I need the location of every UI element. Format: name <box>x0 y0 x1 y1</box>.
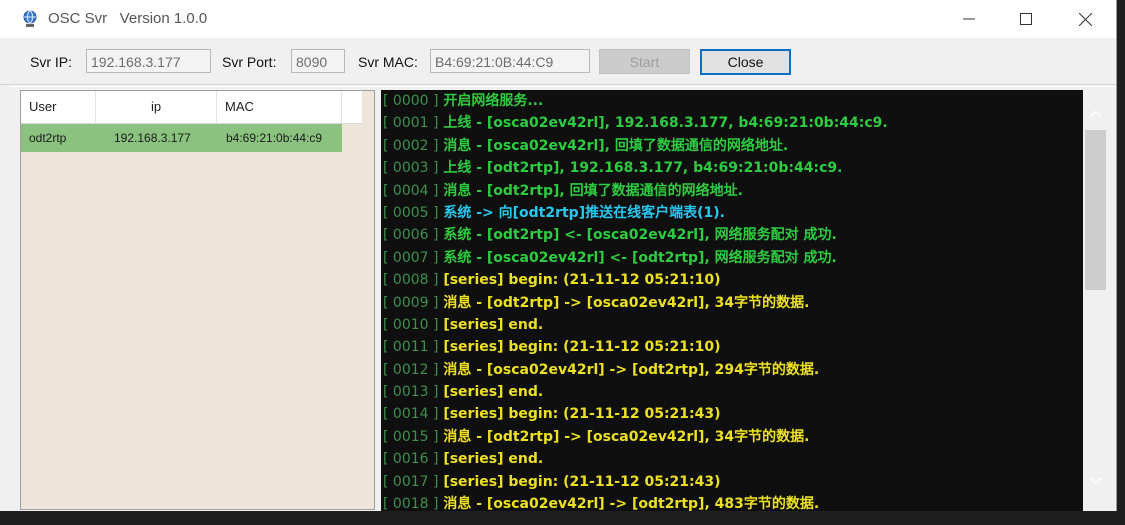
log-message: [series] end. <box>443 451 544 468</box>
column-header-ip[interactable]: ip <box>96 91 217 123</box>
log-index: [ 0016 ] <box>383 451 439 468</box>
svr-ip-field[interactable]: 192.168.3.177 <box>86 49 211 73</box>
log-line: [ 0017 ] [series] begin: (21-11-12 05:21… <box>381 471 1083 493</box>
log-line: [ 0001 ] 上线 - [osca02ev42rl], 192.168.3.… <box>381 112 1083 134</box>
svr-ip-label: Svr IP: <box>30 54 73 70</box>
app-window: OSC Svr Version 1.0.0 Svr IP: 192.168.3.… <box>0 0 1117 511</box>
log-line: [ 0008 ] [series] begin: (21-11-12 05:21… <box>381 269 1083 291</box>
log-message: [series] end. <box>443 316 544 333</box>
log-message: [series] begin: (21-11-12 05:21:43) <box>443 406 721 423</box>
log-message: 消息 - [osca02ev42rl] -> [odt2rtp], 483字节的… <box>443 496 820 511</box>
log-scrollbar[interactable] <box>1085 90 1106 511</box>
minimize-icon <box>963 18 975 20</box>
log-message: 上线 - [osca02ev42rl], 192.168.3.177, b4:6… <box>443 115 888 132</box>
log-index: [ 0011 ] <box>383 339 439 356</box>
log-line: [ 0012 ] 消息 - [osca02ev42rl] -> [odt2rtp… <box>381 359 1083 381</box>
scroll-thumb[interactable] <box>1085 130 1106 290</box>
log-message: 上线 - [odt2rtp], 192.168.3.177, b4:69:21:… <box>443 160 843 177</box>
close-button[interactable]: Close <box>700 49 791 75</box>
svr-port-field[interactable]: 8090 <box>291 49 345 73</box>
log-index: [ 0004 ] <box>383 182 439 199</box>
log-index: [ 0015 ] <box>383 428 439 445</box>
log-index: [ 0014 ] <box>383 406 439 423</box>
log-index: [ 0006 ] <box>383 227 439 244</box>
log-message: 系统 - [osca02ev42rl] <- [odt2rtp], 网络服务配对… <box>443 249 837 266</box>
server-toolbar: Svr IP: 192.168.3.177 Svr Port: 8090 Svr… <box>0 38 1116 85</box>
log-line: [ 0013 ] [series] end. <box>381 381 1083 403</box>
log-index: [ 0003 ] <box>383 160 439 177</box>
log-index: [ 0005 ] <box>383 204 439 221</box>
log-line: [ 0011 ] [series] begin: (21-11-12 05:21… <box>381 336 1083 358</box>
log-message: 消息 - [odt2rtp] -> [osca02ev42rl], 34字节的数… <box>443 294 810 311</box>
log-index: [ 0009 ] <box>383 294 439 311</box>
row-user: odt2rtp <box>29 131 67 145</box>
log-message: [series] end. <box>443 384 544 401</box>
table-row[interactable]: odt2rtp 192.168.3.177 b4:69:21:0b:44:c9 <box>21 124 342 152</box>
log-line: [ 0009 ] 消息 - [odt2rtp] -> [osca02ev42rl… <box>381 292 1083 314</box>
svr-mac-field[interactable]: B4:69:21:0B:44:C9 <box>430 49 590 73</box>
window-title: OSC Svr Version 1.0.0 <box>48 10 208 27</box>
log-index: [ 0017 ] <box>383 473 439 490</box>
log-line: [ 0000 ] 开启网络服务... <box>381 90 1083 112</box>
log-message: 消息 - [osca02ev42rl] -> [odt2rtp], 294字节的… <box>443 361 820 378</box>
log-line: [ 0004 ] 消息 - [odt2rtp], 回填了数据通信的网络地址. <box>381 180 1083 202</box>
log-line: [ 0006 ] 系统 - [odt2rtp] <- [osca02ev42rl… <box>381 224 1083 246</box>
log-line: [ 0018 ] 消息 - [osca02ev42rl] -> [odt2rtp… <box>381 493 1083 511</box>
start-button[interactable]: Start <box>599 49 690 74</box>
title-bar[interactable]: OSC Svr Version 1.0.0 <box>0 0 1116 38</box>
divider <box>10 86 1116 87</box>
globe-icon <box>22 10 38 28</box>
maximize-icon <box>1020 13 1032 25</box>
user-list-header: User ip MAC <box>21 91 362 124</box>
log-message: [series] begin: (21-11-12 05:21:10) <box>443 339 721 356</box>
log-line: [ 0005 ] 系统 -> 向[odt2rtp]推送在线客户端表(1). <box>381 202 1083 224</box>
log-line: [ 0002 ] 消息 - [osca02ev42rl], 回填了数据通信的网络… <box>381 135 1083 157</box>
log-line: [ 0007 ] 系统 - [osca02ev42rl] <- [odt2rtp… <box>381 247 1083 269</box>
log-console[interactable]: [ 0000 ] 开启网络服务...[ 0001 ] 上线 - [osca02e… <box>381 90 1083 511</box>
log-message: 系统 - [odt2rtp] <- [osca02ev42rl], 网络服务配对… <box>443 227 837 244</box>
log-line: [ 0015 ] 消息 - [odt2rtp] -> [osca02ev42rl… <box>381 426 1083 448</box>
log-line: [ 0014 ] [series] begin: (21-11-12 05:21… <box>381 403 1083 425</box>
log-index: [ 0002 ] <box>383 137 439 154</box>
scroll-up-icon[interactable] <box>1089 110 1102 118</box>
log-index: [ 0008 ] <box>383 272 439 289</box>
svr-port-label: Svr Port: <box>222 54 277 70</box>
log-line: [ 0010 ] [series] end. <box>381 314 1083 336</box>
svr-mac-label: Svr MAC: <box>358 54 418 70</box>
log-index: [ 0018 ] <box>383 496 439 511</box>
log-index: [ 0007 ] <box>383 249 439 266</box>
log-line: [ 0016 ] [series] end. <box>381 448 1083 470</box>
row-ip: 192.168.3.177 <box>114 131 191 145</box>
minimize-button[interactable] <box>946 0 992 38</box>
log-message: [series] begin: (21-11-12 05:21:43) <box>443 473 721 490</box>
log-message: 消息 - [osca02ev42rl], 回填了数据通信的网络地址. <box>443 137 789 154</box>
log-message: 消息 - [odt2rtp] -> [osca02ev42rl], 34字节的数… <box>443 428 810 445</box>
user-list[interactable]: User ip MAC odt2rtp 192.168.3.177 b4:69:… <box>20 90 375 510</box>
close-icon <box>1078 12 1092 26</box>
log-index: [ 0000 ] <box>383 93 439 109</box>
window-close-button[interactable] <box>1062 0 1108 38</box>
log-index: [ 0010 ] <box>383 316 439 333</box>
log-index: [ 0012 ] <box>383 361 439 378</box>
taskbar-strip <box>0 511 1125 525</box>
log-index: [ 0001 ] <box>383 115 439 132</box>
log-message: [series] begin: (21-11-12 05:21:10) <box>443 272 721 289</box>
column-header-mac[interactable]: MAC <box>217 91 342 123</box>
scroll-down-icon[interactable] <box>1089 477 1102 485</box>
log-message: 消息 - [odt2rtp], 回填了数据通信的网络地址. <box>443 182 743 199</box>
row-mac: b4:69:21:0b:44:c9 <box>226 131 323 145</box>
log-index: [ 0013 ] <box>383 384 439 401</box>
log-line: [ 0003 ] 上线 - [odt2rtp], 192.168.3.177, … <box>381 157 1083 179</box>
maximize-button[interactable] <box>1003 0 1049 38</box>
log-message: 系统 -> 向[odt2rtp]推送在线客户端表(1). <box>443 204 725 221</box>
column-header-user[interactable]: User <box>21 91 96 123</box>
log-message: 开启网络服务... <box>443 93 544 109</box>
